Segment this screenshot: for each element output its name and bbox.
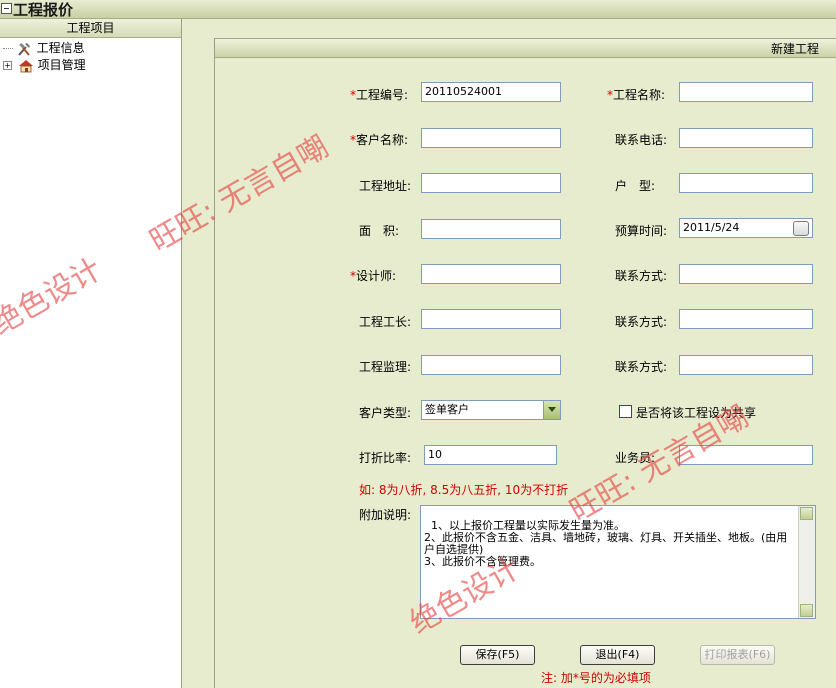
- discount-hint: 如: 8为八折, 8.5为八五折, 10为不打折: [359, 483, 569, 497]
- budget-time-value: 2011/5/24: [683, 221, 740, 234]
- foreman-contact-input[interactable]: [679, 309, 813, 329]
- budget-time-picker[interactable]: 2011/5/24: [679, 218, 813, 238]
- remarks-scrollbar[interactable]: [798, 506, 815, 618]
- share-label: 是否将该工程设为共享: [636, 406, 757, 420]
- scroll-down-icon[interactable]: [800, 604, 813, 617]
- project-no-input[interactable]: 20110524001: [421, 82, 561, 102]
- address-input[interactable]: [421, 173, 561, 193]
- remarks-textarea[interactable]: 1、以上报价工程量以实际发生量为准。 2、此报价不含五金、洁具、墙地砖，玻璃、灯…: [420, 505, 816, 619]
- address-label: 工程地址:: [359, 179, 412, 193]
- print-report-button[interactable]: 打印报表(F6): [700, 645, 775, 665]
- client-type-value: 签单客户: [425, 403, 469, 416]
- area-label: 面 积:: [359, 224, 400, 238]
- required-footnote: 注: 加*号的为必填项: [541, 671, 651, 685]
- remarks-label: 附加说明:: [359, 508, 412, 522]
- client-type-select[interactable]: 签单客户: [421, 400, 561, 420]
- phone-input[interactable]: [679, 128, 813, 148]
- budget-time-label: 预算时间:: [615, 224, 668, 238]
- exit-button[interactable]: 退出(F4): [580, 645, 655, 665]
- panel-title: 新建工程: [770, 42, 819, 56]
- project-no-label: *工程编号:: [350, 88, 409, 102]
- foreman-input[interactable]: [421, 309, 561, 329]
- discount-input[interactable]: 10: [424, 445, 557, 465]
- sidebar: 工程项目 工程信息 + 项目管理: [0, 19, 182, 688]
- sidebar-item-project-info[interactable]: 工程信息: [3, 40, 85, 56]
- salesman-input[interactable]: [679, 445, 813, 465]
- sidebar-header: 工程项目: [0, 19, 181, 38]
- client-name-input[interactable]: [421, 128, 561, 148]
- foreman-contact-label: 联系方式:: [615, 315, 668, 329]
- panel-header: 新建工程: [215, 38, 836, 58]
- supervisor-input[interactable]: [421, 355, 561, 375]
- window-titlebar: 工程报价: [0, 0, 836, 19]
- supervisor-label: 工程监理:: [359, 360, 412, 374]
- splitter[interactable]: [182, 19, 214, 688]
- scroll-up-icon[interactable]: [800, 507, 813, 520]
- project-name-input[interactable]: [679, 82, 813, 102]
- foreman-label: 工程工长:: [359, 315, 412, 329]
- designer-input[interactable]: [421, 264, 561, 284]
- chevron-down-icon[interactable]: [543, 401, 560, 419]
- window-menu-icon[interactable]: [1, 3, 12, 14]
- remarks-text: 1、以上报价工程量以实际发生量为准。 2、此报价不含五金、洁具、墙地砖，玻璃、灯…: [424, 519, 788, 568]
- expand-icon[interactable]: +: [3, 61, 12, 70]
- supervisor-contact-input[interactable]: [679, 355, 813, 375]
- sidebar-item-project-management[interactable]: + 项目管理: [3, 57, 86, 73]
- supervisor-contact-label: 联系方式:: [615, 360, 668, 374]
- project-name-label: *工程名称:: [607, 88, 666, 102]
- discount-label: 打折比率:: [359, 451, 412, 465]
- client-name-label: *客户名称:: [350, 133, 409, 147]
- client-type-label: 客户类型:: [359, 406, 412, 420]
- sidebar-item-label: 项目管理: [37, 58, 86, 72]
- area-input[interactable]: [421, 219, 561, 239]
- designer-label: *设计师:: [350, 269, 397, 283]
- house-icon: [18, 59, 34, 73]
- tools-icon: [17, 42, 33, 56]
- share-checkbox[interactable]: [619, 405, 632, 418]
- designer-contact-label: 联系方式:: [615, 269, 668, 283]
- sidebar-item-label: 工程信息: [36, 41, 85, 55]
- designer-contact-input[interactable]: [679, 264, 813, 284]
- house-type-label: 户 型:: [615, 179, 656, 193]
- house-type-input[interactable]: [679, 173, 813, 193]
- window-title: 工程报价: [13, 1, 74, 19]
- save-button[interactable]: 保存(F5): [460, 645, 535, 665]
- phone-label: 联系电话:: [615, 133, 668, 147]
- salesman-label: 业务员:: [615, 451, 656, 465]
- calendar-dropdown-icon[interactable]: [793, 221, 809, 236]
